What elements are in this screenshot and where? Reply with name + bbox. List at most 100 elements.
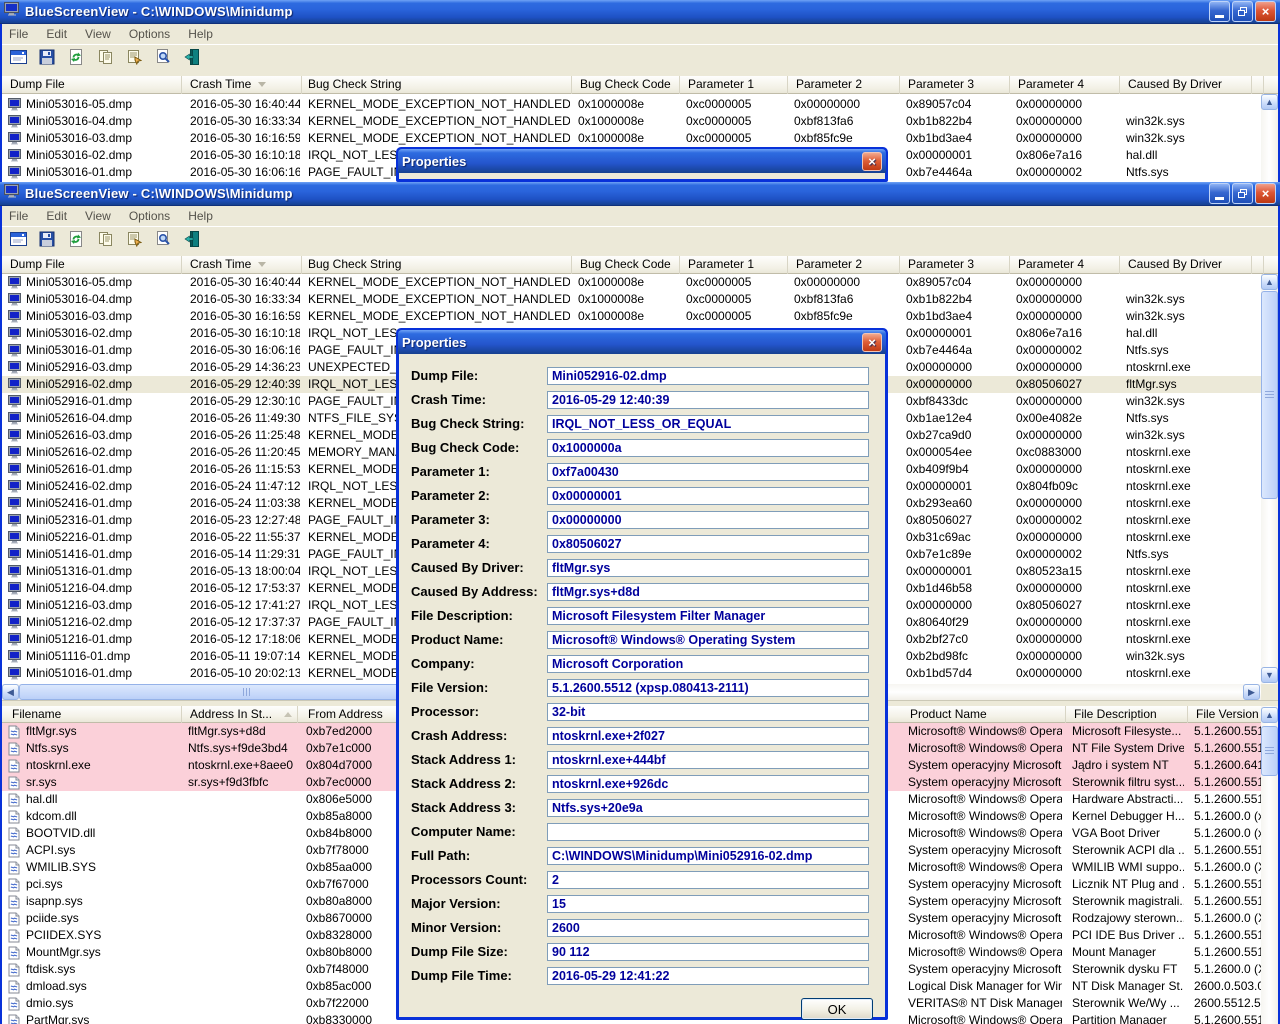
column-header-crash-time[interactable]: Crash Time: [182, 256, 302, 274]
dump-file-row[interactable]: Mini053016-03.dmp2016-05-30 16:16:59KERN…: [2, 130, 1261, 147]
scroll-up-button[interactable]: ▲: [1261, 707, 1278, 723]
scroll-down-button[interactable]: ▼: [1261, 667, 1278, 683]
column-header-parameter-3[interactable]: Parameter 3: [900, 256, 1010, 274]
close-button[interactable]: ×: [1255, 1, 1276, 22]
title-bar[interactable]: BlueScreenView - C:\WINDOWS\Minidump ×: [0, 0, 1280, 24]
field-value-company[interactable]: Microsoft Corporation: [547, 655, 869, 673]
save-button[interactable]: [36, 231, 58, 253]
field-value-dump-file-time[interactable]: 2016-05-29 12:41:22: [547, 967, 869, 985]
field-value-crash-address[interactable]: ntoskrnl.exe+2f027: [547, 727, 869, 745]
field-value-processor[interactable]: 32-bit: [547, 703, 869, 721]
column-header-parameter-4[interactable]: Parameter 4: [1010, 256, 1120, 274]
field-value-major-version[interactable]: 15: [547, 895, 869, 913]
field-value-bug-check-code[interactable]: 0x1000000a: [547, 439, 869, 457]
field-value-product-name[interactable]: Microsoft® Windows® Operating System: [547, 631, 869, 649]
dialog-title-bar[interactable]: Properties ×: [398, 330, 886, 354]
copy-button[interactable]: [94, 231, 116, 253]
column-header-parameter-2[interactable]: Parameter 2: [788, 76, 900, 94]
field-value-file-version[interactable]: 5.1.2600.5512 (xpsp.080413-2111): [547, 679, 869, 697]
column-header-bug-check-code[interactable]: Bug Check Code: [572, 256, 680, 274]
column-header-parameter-4[interactable]: Parameter 4: [1010, 76, 1120, 94]
column-header-file-description[interactable]: File Description: [1066, 706, 1188, 724]
scrollbar-thumb[interactable]: [1261, 726, 1278, 776]
menu-item-options[interactable]: Options: [120, 24, 179, 44]
menu-item-options[interactable]: Options: [120, 206, 179, 226]
field-value-full-path[interactable]: C:\WINDOWS\Minidump\Mini052916-02.dmp: [547, 847, 869, 865]
exit-button[interactable]: [181, 49, 203, 71]
column-header-address-in-st-[interactable]: Address In St...: [182, 706, 298, 724]
title-bar[interactable]: BlueScreenView - C:\WINDOWS\Minidump ×: [0, 182, 1280, 206]
column-header-bug-check-string[interactable]: Bug Check String: [302, 256, 572, 274]
menu-item-file[interactable]: File: [0, 24, 37, 44]
column-header-filename[interactable]: Filename: [6, 706, 182, 724]
field-value-parameter-4[interactable]: 0x80506027: [547, 535, 869, 553]
menu-item-help[interactable]: Help: [179, 206, 222, 226]
ok-button[interactable]: OK: [801, 998, 873, 1020]
field-value-file-description[interactable]: Microsoft Filesystem Filter Manager: [547, 607, 869, 625]
restore-button[interactable]: [1232, 183, 1253, 204]
dump-file-row[interactable]: Mini053016-04.dmp2016-05-30 16:33:34KERN…: [2, 291, 1261, 308]
column-header-bug-check-string[interactable]: Bug Check String: [302, 76, 572, 94]
field-value-caused-by-address[interactable]: fltMgr.sys+d8d: [547, 583, 869, 601]
field-value-processors-count[interactable]: 2: [547, 871, 869, 889]
copy-button[interactable]: [94, 49, 116, 71]
find-button[interactable]: [152, 231, 174, 253]
dialog-title-bar[interactable]: Properties ×: [398, 149, 886, 173]
refresh-button[interactable]: [65, 231, 87, 253]
column-header-dump-file[interactable]: Dump File: [6, 76, 182, 94]
column-header-crash-time[interactable]: Crash Time: [182, 76, 302, 94]
scroll-right-button[interactable]: ▶: [1243, 684, 1260, 700]
scrollbar-thumb[interactable]: [1261, 291, 1278, 499]
scroll-up-button[interactable]: ▲: [1261, 94, 1278, 110]
column-header-parameter-1[interactable]: Parameter 1: [680, 76, 788, 94]
scroll-up-button[interactable]: ▲: [1261, 274, 1278, 290]
menu-item-view[interactable]: View: [76, 24, 120, 44]
column-header-caused-by-driver[interactable]: Caused By Driver: [1120, 256, 1252, 274]
column-header-bug-check-code[interactable]: Bug Check Code: [572, 76, 680, 94]
scrollbar-vertical[interactable]: ▲: [1261, 94, 1278, 182]
exit-button[interactable]: [181, 231, 203, 253]
field-value-dump-file[interactable]: Mini052916-02.dmp: [547, 367, 869, 385]
properties-button[interactable]: [123, 231, 145, 253]
dump-file-row[interactable]: Mini053016-03.dmp2016-05-30 16:16:59KERN…: [2, 308, 1261, 325]
minimize-button[interactable]: [1209, 1, 1230, 22]
menu-item-edit[interactable]: Edit: [37, 24, 76, 44]
minimize-button[interactable]: [1209, 183, 1230, 204]
field-value-stack-address-2[interactable]: ntoskrnl.exe+926dc: [547, 775, 869, 793]
save-button[interactable]: [36, 49, 58, 71]
field-value-stack-address-3[interactable]: Ntfs.sys+20e9a: [547, 799, 869, 817]
dialog-close-icon[interactable]: ×: [862, 333, 882, 352]
field-value-parameter-1[interactable]: 0xf7a00430: [547, 463, 869, 481]
menu-item-file[interactable]: File: [0, 206, 37, 226]
report-button[interactable]: [7, 231, 29, 253]
column-header-spacer[interactable]: [1252, 76, 1264, 94]
field-value-caused-by-driver[interactable]: fltMgr.sys: [547, 559, 869, 577]
dump-file-row[interactable]: Mini053016-05.dmp2016-05-30 16:40:44KERN…: [2, 96, 1261, 113]
properties-button[interactable]: [123, 49, 145, 71]
column-header-dump-file[interactable]: Dump File: [6, 256, 182, 274]
field-value-parameter-2[interactable]: 0x00000001: [547, 487, 869, 505]
find-button[interactable]: [152, 49, 174, 71]
field-value-minor-version[interactable]: 2600: [547, 919, 869, 937]
menu-item-edit[interactable]: Edit: [37, 206, 76, 226]
field-value-bug-check-string[interactable]: IRQL_NOT_LESS_OR_EQUAL: [547, 415, 869, 433]
field-value-dump-file-size[interactable]: 90 112: [547, 943, 869, 961]
refresh-button[interactable]: [65, 49, 87, 71]
dump-file-row[interactable]: Mini053016-04.dmp2016-05-30 16:33:34KERN…: [2, 113, 1261, 130]
column-header-spacer[interactable]: [1252, 256, 1264, 274]
column-header-from-address[interactable]: From Address: [298, 706, 402, 724]
field-value-parameter-3[interactable]: 0x00000000: [547, 511, 869, 529]
scrollbar-vertical-lower[interactable]: ▲: [1261, 706, 1278, 1024]
close-button[interactable]: ×: [1255, 183, 1276, 204]
menu-item-view[interactable]: View: [76, 206, 120, 226]
scroll-left-button[interactable]: ◀: [2, 684, 19, 700]
field-value-computer-name[interactable]: [547, 823, 869, 841]
restore-button[interactable]: [1232, 1, 1253, 22]
field-value-crash-time[interactable]: 2016-05-29 12:40:39: [547, 391, 869, 409]
column-header-parameter-3[interactable]: Parameter 3: [900, 76, 1010, 94]
column-header-parameter-2[interactable]: Parameter 2: [788, 256, 900, 274]
report-button[interactable]: [7, 49, 29, 71]
dump-file-row[interactable]: Mini053016-05.dmp2016-05-30 16:40:44KERN…: [2, 274, 1261, 291]
column-header-product-name[interactable]: Product Name: [902, 706, 1066, 724]
column-header-parameter-1[interactable]: Parameter 1: [680, 256, 788, 274]
